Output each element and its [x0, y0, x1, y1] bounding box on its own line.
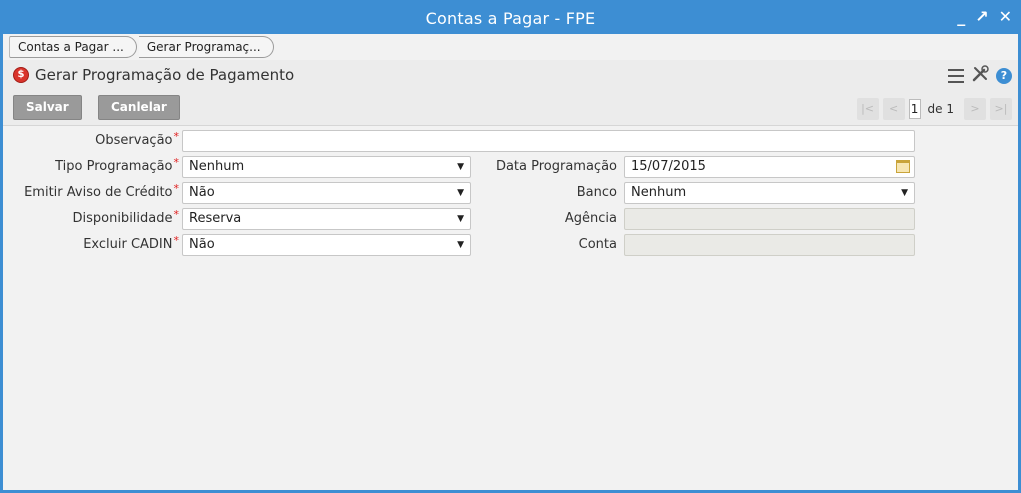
tipo-programacao-value: Nenhum: [189, 159, 245, 174]
conta-input: [624, 234, 915, 256]
dropdown-arrow-icon: ▼: [457, 240, 464, 250]
dropdown-arrow-icon: ▼: [901, 188, 908, 198]
data-programacao-label: Data Programação: [495, 159, 617, 174]
data-programacao-value: 15/07/2015: [631, 159, 706, 174]
required-marker: *: [173, 130, 180, 143]
help-icon[interactable]: ?: [996, 68, 1012, 84]
row-tipo-programacao: Tipo Programação* Nenhum ▼ Data Programa…: [3, 156, 1018, 178]
title-bar[interactable]: Contas a Pagar - FPE _ ↗ ✕: [3, 3, 1018, 34]
row-emitir-aviso: Emitir Aviso de Crédito* Não ▼ Banco Nen…: [3, 182, 1018, 204]
window-title: Contas a Pagar - FPE: [425, 9, 596, 28]
prev-page-button[interactable]: <: [882, 98, 905, 120]
next-page-button[interactable]: >: [964, 98, 986, 120]
breadcrumb-contas-a-pagar[interactable]: Contas a Pagar ...: [9, 36, 137, 58]
emitir-aviso-value: Não: [189, 185, 215, 200]
disponibilidade-value: Reserva: [189, 211, 242, 226]
required-marker: *: [173, 156, 180, 169]
agencia-input: [624, 208, 915, 230]
row-disponibilidade: Disponibilidade* Reserva ▼ Agência: [3, 208, 1018, 230]
minimize-icon[interactable]: _: [957, 6, 965, 28]
header-tools: ?: [948, 65, 1012, 87]
disponibilidade-select[interactable]: Reserva ▼: [182, 208, 471, 230]
required-marker: *: [173, 208, 180, 221]
window-controls: _ ↗ ✕: [957, 6, 1012, 28]
tipo-programacao-select[interactable]: Nenhum ▼: [182, 156, 471, 178]
calendar-icon[interactable]: [896, 160, 910, 173]
save-button[interactable]: Salvar: [13, 95, 82, 120]
excluir-cadin-label: Excluir CADIN*: [83, 234, 180, 252]
banco-select[interactable]: Nenhum ▼: [624, 182, 915, 204]
maximize-icon[interactable]: ↗: [975, 6, 988, 28]
app-window: Contas a Pagar - FPE _ ↗ ✕ Contas a Paga…: [0, 0, 1021, 493]
pager: |< < 1 de 1 > >|: [856, 98, 1012, 120]
form-area: Observação* Tipo Programação* Nenhum ▼ D…: [3, 127, 1018, 490]
excluir-cadin-value: Não: [189, 237, 215, 252]
breadcrumb: Contas a Pagar ... Gerar Programaç...: [9, 36, 276, 60]
close-icon[interactable]: ✕: [999, 6, 1012, 28]
first-page-button[interactable]: |<: [856, 98, 879, 120]
banco-value: Nenhum: [631, 185, 687, 200]
cancel-button[interactable]: Canlelar: [98, 95, 180, 120]
required-marker: *: [173, 234, 180, 247]
page-count-label: de 1: [927, 102, 954, 116]
emitir-aviso-label: Emitir Aviso de Crédito*: [24, 182, 180, 200]
page-header: $ Gerar Programação de Pagamento ?: [3, 60, 1018, 90]
page-number-input[interactable]: 1: [908, 99, 921, 119]
emitir-aviso-select[interactable]: Não ▼: [182, 182, 471, 204]
banco-label: Banco: [576, 185, 617, 200]
tipo-programacao-label: Tipo Programação*: [55, 156, 180, 174]
row-excluir-cadin: Excluir CADIN* Não ▼ Conta: [3, 234, 1018, 256]
menu-icon[interactable]: [948, 69, 964, 83]
data-programacao-input[interactable]: 15/07/2015: [624, 156, 915, 178]
dropdown-arrow-icon: ▼: [457, 162, 464, 172]
disponibilidade-label: Disponibilidade*: [72, 208, 180, 226]
breadcrumb-gerar-programacao[interactable]: Gerar Programaç...: [138, 36, 274, 58]
agencia-label: Agência: [564, 211, 617, 226]
excluir-cadin-select[interactable]: Não ▼: [182, 234, 471, 256]
last-page-button[interactable]: >|: [990, 98, 1012, 120]
page-title: Gerar Programação de Pagamento: [35, 66, 295, 84]
observacao-input[interactable]: [182, 130, 915, 152]
row-observacao: Observação*: [3, 130, 1018, 152]
dropdown-arrow-icon: ▼: [457, 188, 464, 198]
toolbar: Salvar Canlelar |< < 1 de 1 > >|: [3, 90, 1018, 126]
dropdown-arrow-icon: ▼: [457, 214, 464, 224]
observacao-label: Observação*: [95, 130, 180, 148]
money-icon: $: [13, 67, 29, 83]
required-marker: *: [173, 182, 180, 195]
conta-label: Conta: [578, 237, 617, 252]
tools-icon[interactable]: [971, 65, 989, 87]
